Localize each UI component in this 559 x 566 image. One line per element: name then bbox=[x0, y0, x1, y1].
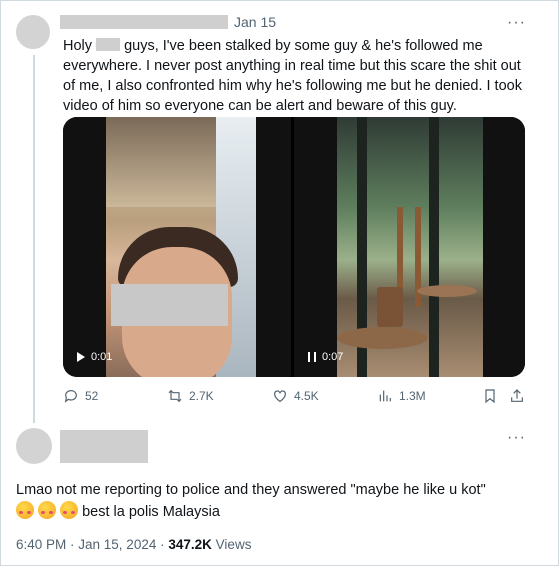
video-1-time: 0:01 bbox=[91, 351, 113, 363]
thread-line bbox=[33, 55, 35, 423]
tweet-actions: 52 2.7K 4.5K 1.3M bbox=[63, 388, 525, 408]
reply-timestamp[interactable]: 6:40 PM · Jan 15, 2024 · bbox=[16, 537, 165, 552]
reply-meta: 6:40 PM · Jan 15, 2024 · 347.2K Views bbox=[16, 537, 251, 552]
reply-count: 52 bbox=[85, 389, 99, 403]
face-redaction bbox=[111, 284, 228, 326]
tweet-text-start: Holy bbox=[63, 38, 93, 54]
tweet-text: Holy guys, I've been stalked by some guy… bbox=[63, 36, 533, 116]
video-thumbnail-cafe bbox=[337, 117, 483, 377]
reply-views-count: 347.2K bbox=[168, 537, 212, 552]
heart-icon bbox=[274, 390, 286, 403]
video-1-controls[interactable]: 0:01 bbox=[77, 351, 112, 363]
share-button[interactable] bbox=[509, 388, 525, 404]
smiling-face-with-hearts-icon bbox=[60, 501, 79, 519]
avatar[interactable] bbox=[16, 15, 50, 49]
video-2-time: 0:07 bbox=[322, 351, 344, 363]
views-chart-icon bbox=[379, 390, 391, 402]
smiling-face-with-hearts-icon bbox=[38, 501, 57, 519]
views-button[interactable]: 1.3M bbox=[377, 388, 426, 404]
like-count: 4.5K bbox=[294, 389, 319, 403]
video-thumbnail-selfie bbox=[106, 117, 256, 377]
pause-icon[interactable] bbox=[308, 352, 316, 362]
smiling-face-with-hearts-icon bbox=[16, 501, 34, 519]
repost-icon bbox=[168, 389, 182, 403]
redacted-reply-username[interactable] bbox=[60, 430, 148, 463]
repost-count: 2.7K bbox=[189, 389, 214, 403]
reply-button[interactable]: 52 bbox=[63, 388, 98, 404]
bookmark-icon bbox=[485, 389, 495, 404]
repost-button[interactable]: 2.7K bbox=[167, 388, 214, 404]
reply-text-line-2-wrap: best la polis Malaysia bbox=[16, 501, 541, 523]
tweet-date[interactable]: Jan 15 bbox=[234, 14, 276, 30]
bookmark-button[interactable] bbox=[482, 388, 498, 404]
reply-views-label: Views bbox=[215, 537, 252, 552]
redacted-word bbox=[96, 38, 121, 51]
reply-text: Lmao not me reporting to police and they… bbox=[16, 479, 541, 523]
redacted-username[interactable] bbox=[60, 15, 228, 29]
like-button[interactable]: 4.5K bbox=[272, 388, 319, 404]
play-icon[interactable] bbox=[77, 352, 85, 362]
video-2-controls[interactable]: 0:07 bbox=[308, 351, 343, 363]
more-options-icon[interactable]: ··· bbox=[507, 15, 526, 31]
reply-avatar[interactable] bbox=[16, 428, 52, 464]
media-grid: 0:01 0:07 bbox=[63, 117, 525, 377]
reply-icon bbox=[64, 390, 77, 403]
reply-more-options-icon[interactable]: ··· bbox=[507, 430, 526, 446]
tweet-text-rest: guys, I've been stalked by some guy & he… bbox=[63, 38, 522, 114]
video-player-1[interactable]: 0:01 bbox=[63, 117, 291, 377]
reply-text-line-2: best la polis Malaysia bbox=[82, 504, 220, 520]
views-count: 1.3M bbox=[399, 389, 426, 403]
reply-text-line-1: Lmao not me reporting to police and they… bbox=[16, 482, 486, 498]
share-icon bbox=[511, 389, 523, 402]
video-player-2[interactable]: 0:07 bbox=[294, 117, 525, 377]
